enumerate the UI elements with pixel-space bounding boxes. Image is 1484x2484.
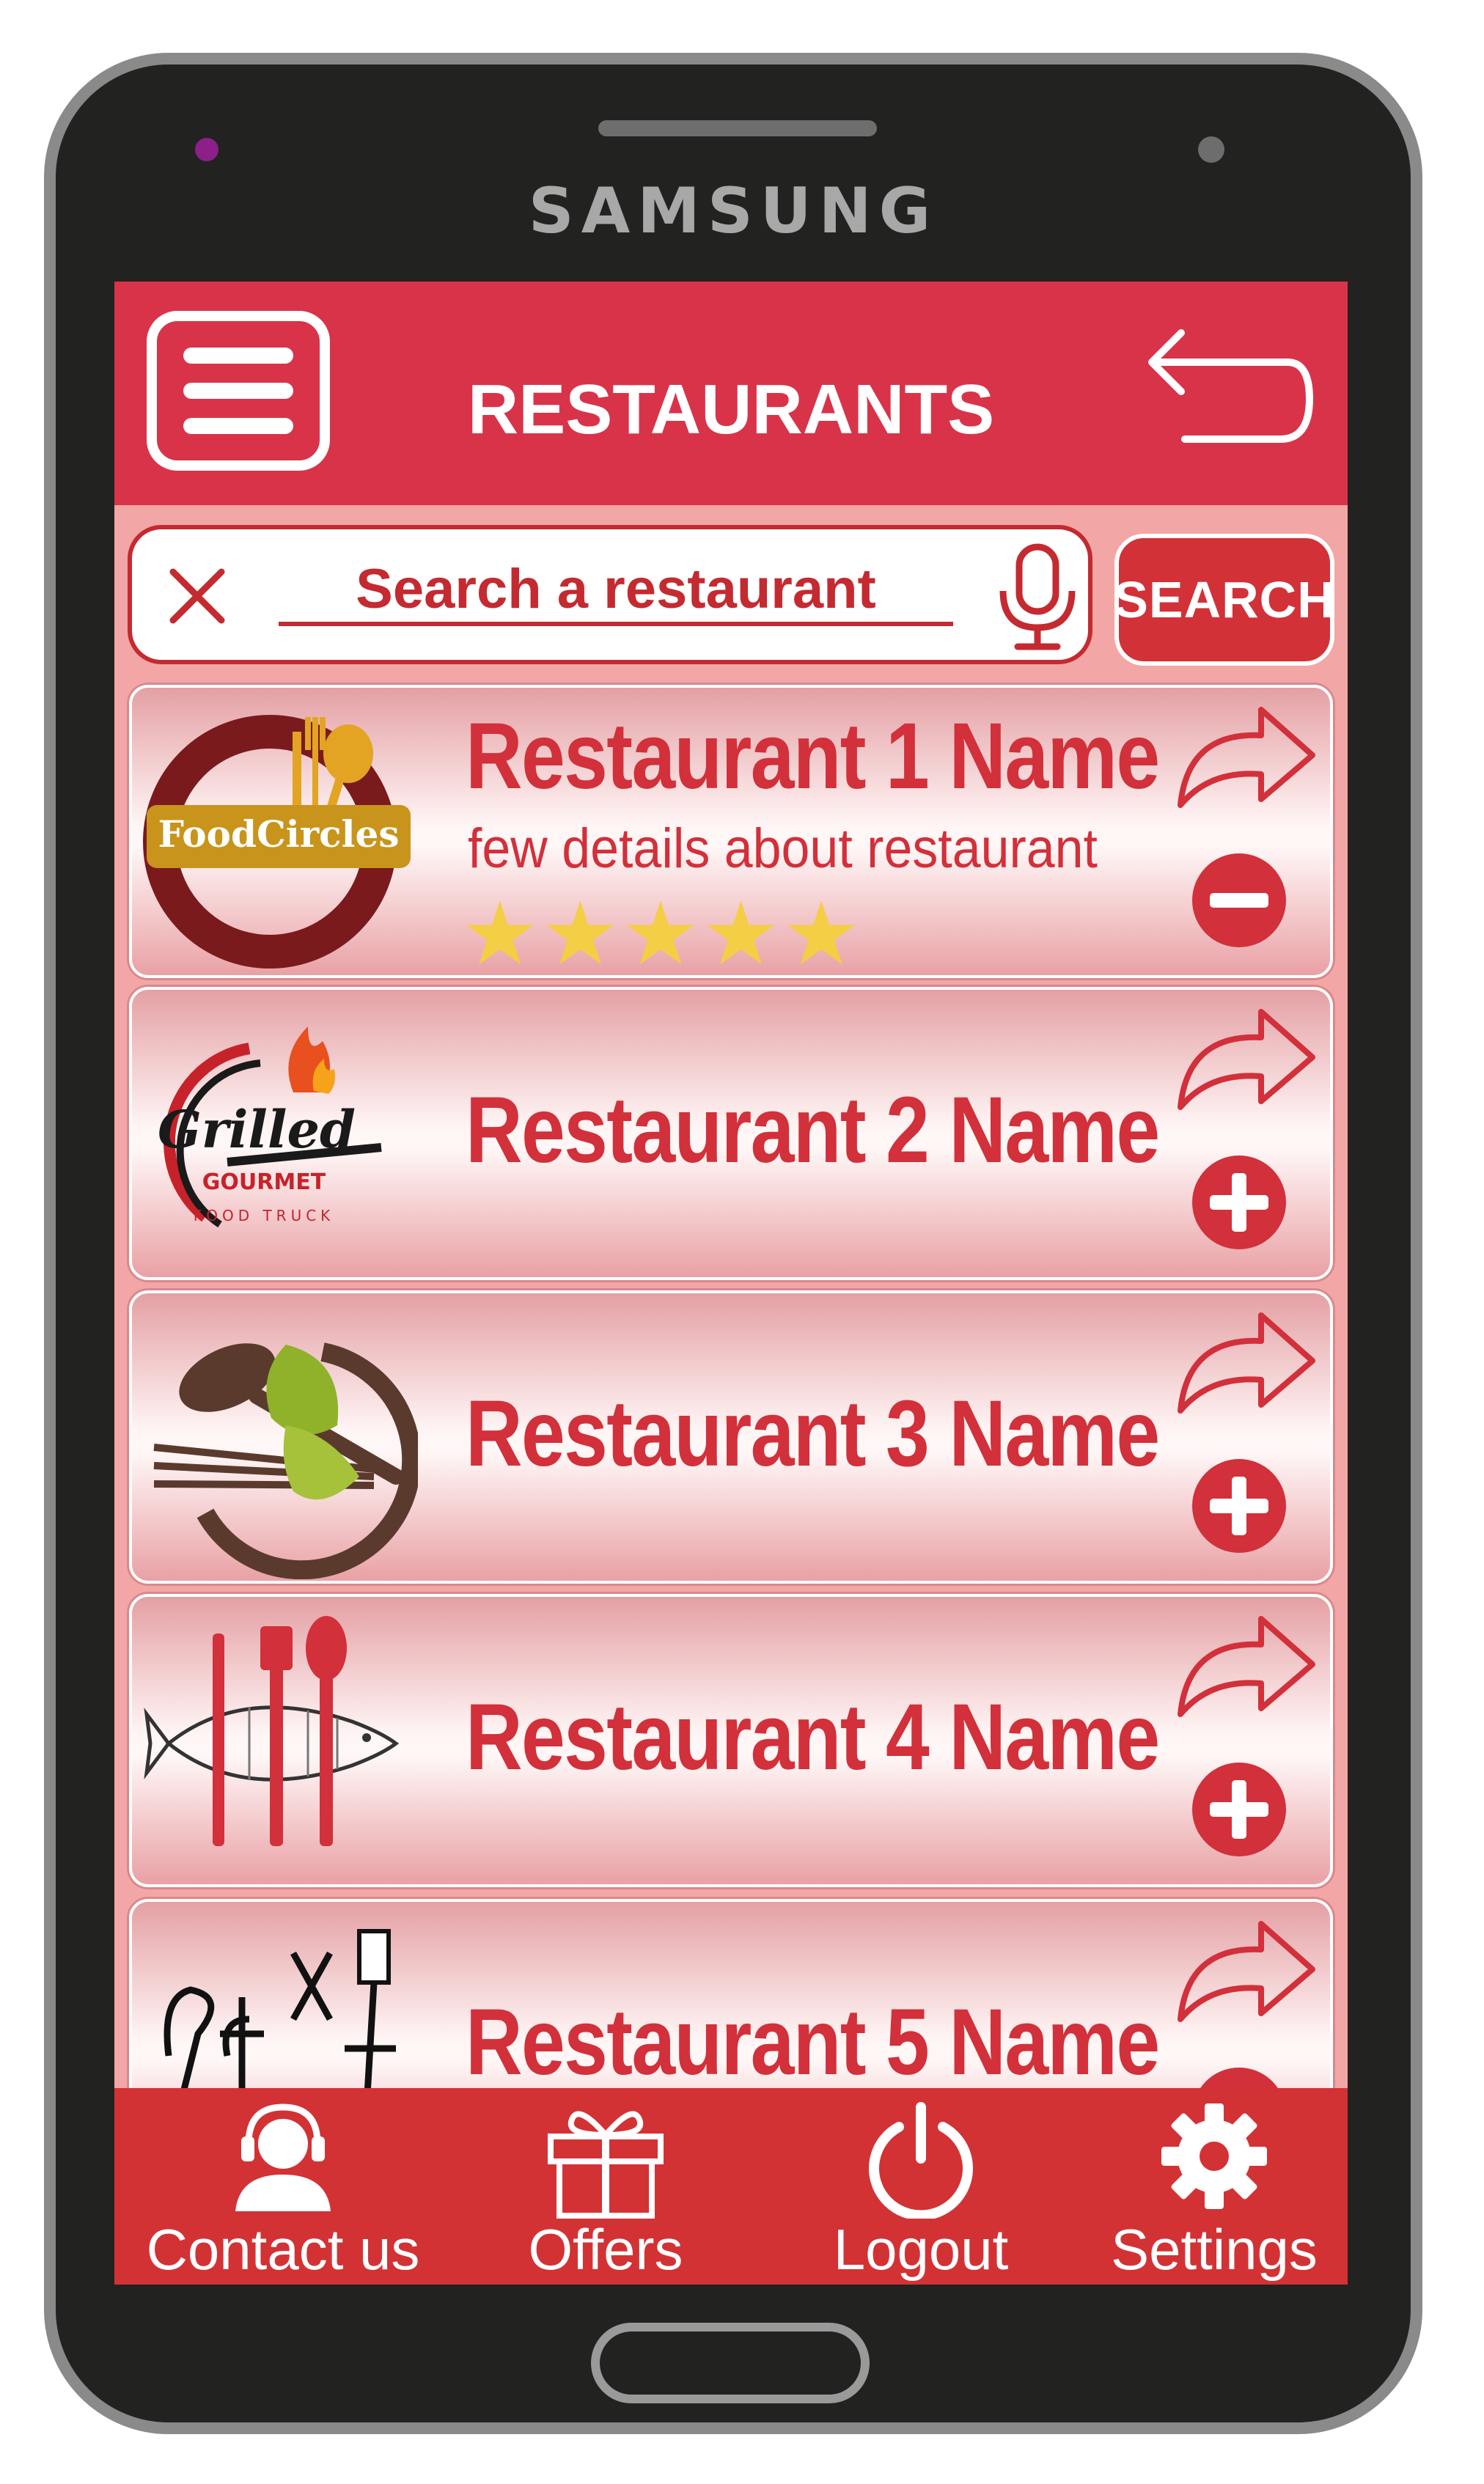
gift-icon bbox=[548, 2111, 664, 2219]
search-bar bbox=[128, 525, 1092, 664]
nav-offers[interactable]: Offers bbox=[474, 2088, 738, 2285]
restaurant-logo-icon bbox=[144, 1616, 400, 1846]
restaurant-logo-icon: Grilled GOURMET FOOD TRUCK bbox=[158, 1026, 382, 1228]
search-button[interactable]: SEARCH bbox=[1114, 534, 1334, 666]
star-rating: ★★★★★ bbox=[460, 890, 862, 975]
menu-line-icon bbox=[183, 383, 293, 399]
share-arrow-icon[interactable] bbox=[1173, 1917, 1320, 2026]
sensor-icon bbox=[1198, 136, 1224, 163]
search-input[interactable] bbox=[279, 556, 953, 626]
star-icon: ★ bbox=[621, 885, 702, 978]
star-icon: ★ bbox=[540, 885, 622, 978]
star-icon: ★ bbox=[701, 885, 782, 978]
power-icon bbox=[869, 2102, 973, 2219]
microphone-icon[interactable] bbox=[990, 543, 1085, 653]
bottom-nav: Contact us Offers Logout Settings bbox=[114, 2088, 1348, 2285]
headset-user-icon bbox=[235, 2103, 331, 2211]
restaurant-details: few details about restaurant bbox=[468, 817, 1098, 880]
add-icon[interactable] bbox=[1188, 1455, 1290, 1557]
camera-icon bbox=[195, 138, 218, 161]
share-arrow-icon[interactable] bbox=[1173, 1308, 1320, 1418]
nav-label: Logout bbox=[833, 2217, 1009, 2282]
star-icon: ★ bbox=[782, 885, 862, 978]
restaurant-name: Restaurant 5 Name bbox=[466, 1990, 1160, 2095]
nav-label: Offers bbox=[528, 2217, 683, 2282]
restaurant-card[interactable]: Restaurant 3 Name bbox=[129, 1290, 1333, 1584]
earpiece-speaker bbox=[598, 120, 877, 136]
clear-search-icon[interactable] bbox=[164, 563, 230, 629]
restaurant-card[interactable]: Grilled GOURMET FOOD TRUCK Restaurant 2 … bbox=[129, 987, 1333, 1280]
logo-text: FOOD TRUCK bbox=[194, 1207, 335, 1224]
restaurant-name: Restaurant 2 Name bbox=[466, 1078, 1160, 1183]
remove-icon[interactable] bbox=[1188, 849, 1290, 952]
nav-logout[interactable]: Logout bbox=[796, 2088, 1046, 2285]
restaurant-card[interactable]: Restaurant 4 Name bbox=[129, 1594, 1333, 1887]
nav-label: Contact us bbox=[146, 2217, 420, 2282]
gear-icon bbox=[1161, 2103, 1267, 2209]
device-brand: SAMSUNG bbox=[528, 174, 938, 248]
share-arrow-icon[interactable] bbox=[1173, 1612, 1320, 1721]
nav-label: Settings bbox=[1111, 2217, 1318, 2282]
nav-settings[interactable]: Settings bbox=[1090, 2088, 1339, 2285]
page-title: RESTAURANTS bbox=[467, 370, 995, 449]
app-screen: RESTAURANTS SEARCH FoodCircles R bbox=[114, 282, 1348, 2285]
star-icon: ★ bbox=[460, 885, 541, 978]
menu-line-icon bbox=[183, 418, 293, 434]
home-button[interactable] bbox=[591, 2323, 870, 2403]
restaurant-card[interactable]: FoodCircles Restaurant 1 Name few detail… bbox=[129, 685, 1333, 978]
restaurant-name: Restaurant 4 Name bbox=[466, 1685, 1160, 1790]
restaurant-logo-icon bbox=[153, 1342, 418, 1579]
menu-line-icon bbox=[183, 348, 293, 364]
add-icon[interactable] bbox=[1188, 1151, 1290, 1254]
back-icon[interactable] bbox=[1141, 318, 1317, 465]
share-arrow-icon[interactable] bbox=[1173, 702, 1320, 812]
restaurant-logo-icon: FoodCircles bbox=[143, 715, 411, 969]
logo-text: GOURMET bbox=[202, 1169, 326, 1195]
add-icon[interactable] bbox=[1188, 1758, 1290, 1861]
logo-text: FoodCircles bbox=[158, 812, 400, 856]
nav-contact-us[interactable]: Contact us bbox=[129, 2088, 437, 2285]
top-bar: RESTAURANTS bbox=[114, 282, 1348, 505]
restaurant-name: Restaurant 1 Name bbox=[466, 704, 1160, 809]
restaurant-name: Restaurant 3 Name bbox=[466, 1381, 1160, 1486]
share-arrow-icon[interactable] bbox=[1173, 1004, 1320, 1114]
menu-button[interactable] bbox=[147, 311, 330, 471]
